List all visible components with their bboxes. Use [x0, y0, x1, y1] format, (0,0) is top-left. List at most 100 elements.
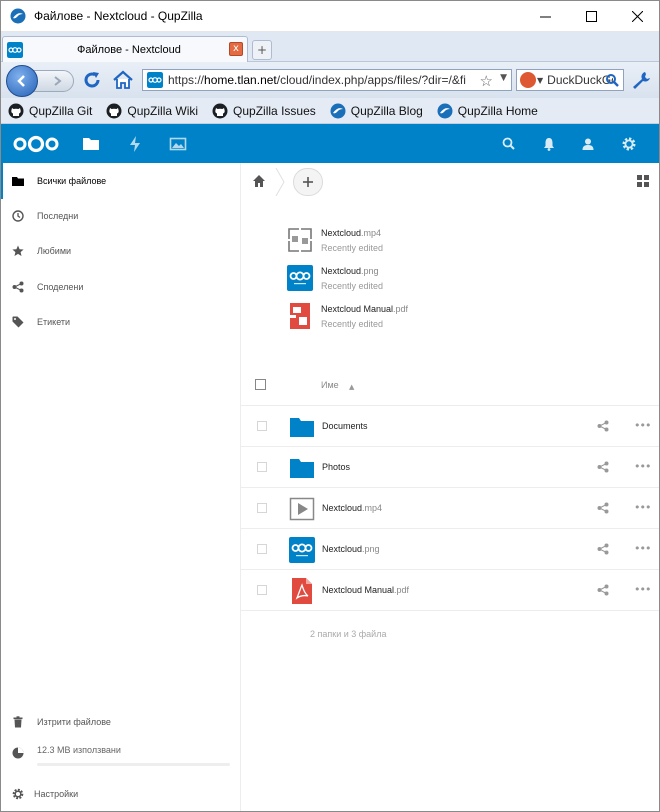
file-row-nextcloud-manual-pdf[interactable]: Nextcloud Manual.pdf •••: [241, 570, 660, 611]
sidebar-item-settings[interactable]: Настройки: [0, 776, 240, 812]
search-input[interactable]: DuckDuckGo: [547, 73, 613, 87]
file-extension: .png: [362, 544, 380, 554]
duckduckgo-icon[interactable]: [520, 72, 536, 88]
gallery-app-icon[interactable]: [169, 135, 187, 153]
more-actions-icon[interactable]: •••: [634, 501, 651, 514]
new-tab-button[interactable]: +: [252, 40, 272, 60]
back-button[interactable]: [6, 65, 38, 97]
file-row-nextcloud-mp4[interactable]: Nextcloud.mp4 •••: [241, 488, 660, 529]
search-icon[interactable]: [501, 136, 517, 152]
nextcloud-header: [0, 124, 660, 163]
file-basename: Nextcloud Manual: [322, 585, 395, 595]
contacts-icon[interactable]: [580, 136, 596, 152]
bookmark-star-icon[interactable]: ☆: [480, 72, 493, 90]
bookmark-label: QupZilla Issues: [233, 103, 316, 118]
window-title: Файлове - Nextcloud - QupZilla: [34, 8, 203, 23]
reload-icon[interactable]: [82, 70, 102, 90]
row-checkbox[interactable]: [257, 462, 267, 472]
sort-ascending-icon[interactable]: ▲: [349, 383, 354, 391]
files-app-icon[interactable]: [82, 135, 100, 153]
recent-item-basename: Nextcloud Manual: [321, 304, 394, 314]
chevron-down-icon[interactable]: ▼: [500, 73, 507, 83]
file-basename: Photos: [322, 462, 351, 472]
pdf-icon: [292, 578, 312, 604]
search-bar[interactable]: ▼ DuckDuckGo: [516, 69, 624, 91]
search-engine-dropdown-icon[interactable]: ▼: [537, 76, 543, 85]
notifications-bell-icon[interactable]: [541, 136, 557, 152]
row-checkbox[interactable]: [257, 503, 267, 513]
recent-item-extension: .pdf: [393, 304, 409, 314]
recent-item[interactable]: Nextcloud.png Recently edited: [287, 263, 547, 295]
file-basename: Documents: [322, 421, 368, 431]
recent-item[interactable]: Nextcloud.mp4 Recently edited: [287, 225, 547, 257]
bookmark-qupzilla-issues[interactable]: QupZilla Issues: [212, 103, 316, 119]
share-icon[interactable]: [597, 420, 609, 432]
bookmark-qupzilla-wiki[interactable]: QupZilla Wiki: [106, 103, 198, 119]
bookmark-qupzilla-home[interactable]: QupZilla Home: [437, 103, 538, 119]
sidebar-item-favorites[interactable]: Любими: [0, 233, 240, 269]
home-icon[interactable]: [112, 70, 134, 90]
recent-item-extension: .png: [361, 266, 379, 276]
recent-item[interactable]: Nextcloud Manual.pdf Recently edited: [287, 301, 547, 333]
bookmark-qupzilla-blog[interactable]: QupZilla Blog: [330, 103, 423, 119]
minimize-button[interactable]: [522, 0, 568, 32]
folder-icon: [12, 177, 24, 186]
more-actions-icon[interactable]: •••: [634, 419, 651, 432]
address-bar[interactable]: https://home.tlan.net/cloud/index.php/ap…: [142, 69, 512, 91]
maximize-button[interactable]: [568, 0, 614, 32]
tab-files[interactable]: Файлове - Nextcloud x: [2, 36, 248, 62]
more-actions-icon[interactable]: •••: [634, 460, 651, 473]
sidebar-item-label: Етикети: [37, 317, 71, 327]
file-extension: .pdf: [394, 585, 410, 595]
share-icon[interactable]: [597, 502, 609, 514]
share-icon[interactable]: [597, 584, 609, 596]
arrow-right-icon: [54, 76, 62, 86]
file-extension: .mp4: [362, 503, 383, 513]
file-row-nextcloud-png[interactable]: Nextcloud.png •••: [241, 529, 660, 570]
tab-title: Файлове - Nextcloud: [77, 43, 181, 56]
sidebar-item-shared[interactable]: Споделени: [0, 269, 240, 305]
tab-close-button[interactable]: x: [229, 42, 243, 56]
recent-item-extension: .mp4: [361, 228, 382, 238]
grid-view-icon[interactable]: [637, 175, 649, 187]
share-icon[interactable]: [597, 543, 609, 555]
tag-icon: [12, 316, 24, 328]
quota-pie-icon: [12, 747, 24, 759]
new-file-button[interactable]: [293, 168, 323, 196]
bookmark-qupzilla-git[interactable]: QupZilla Git: [8, 103, 92, 119]
sidebar-item-label: Настройки: [34, 789, 79, 799]
row-checkbox[interactable]: [257, 421, 267, 431]
window-titlebar: Файлове - Nextcloud - QupZilla: [0, 0, 660, 32]
trash-icon: [13, 716, 23, 728]
sidebar-item-tags[interactable]: Етикети: [0, 304, 240, 340]
select-all-checkbox[interactable]: [255, 379, 266, 390]
url-text[interactable]: https://home.tlan.net/cloud/index.php/ap…: [168, 73, 466, 87]
more-actions-icon[interactable]: •••: [634, 542, 651, 555]
sidebar-item-all-files[interactable]: Всички файлове: [0, 163, 240, 199]
row-checkbox[interactable]: [257, 544, 267, 554]
close-window-button[interactable]: [614, 0, 660, 32]
file-row-photos[interactable]: Photos •••: [241, 447, 660, 488]
name-column-header[interactable]: Име: [321, 380, 339, 390]
nextcloud-logo-icon[interactable]: [12, 134, 60, 154]
file-name: Documents: [322, 421, 368, 431]
share-icon[interactable]: [597, 461, 609, 473]
sidebar-item-recent[interactable]: Последни: [0, 198, 240, 234]
settings-gear-icon: [12, 788, 24, 800]
activity-app-icon[interactable]: [126, 135, 144, 153]
tab-bar: Файлове - Nextcloud x +: [0, 32, 660, 62]
share-icon: [12, 281, 24, 293]
file-name: Nextcloud.mp4: [322, 503, 382, 513]
breadcrumb-separator-icon: [275, 168, 285, 196]
row-checkbox[interactable]: [257, 585, 267, 595]
wrench-icon[interactable]: [630, 70, 652, 90]
recent-item-name: Nextcloud Manual.pdf: [321, 304, 408, 314]
file-row-documents[interactable]: Documents •••: [241, 406, 660, 447]
more-actions-icon[interactable]: •••: [634, 583, 651, 596]
settings-gear-icon[interactable]: [621, 136, 637, 152]
navigation-toolbar: https://home.tlan.net/cloud/index.php/ap…: [0, 62, 660, 98]
home-icon[interactable]: [252, 174, 266, 188]
nextcloud-image-icon: [287, 265, 313, 291]
github-icon: [106, 103, 122, 118]
search-icon[interactable]: [605, 73, 619, 87]
